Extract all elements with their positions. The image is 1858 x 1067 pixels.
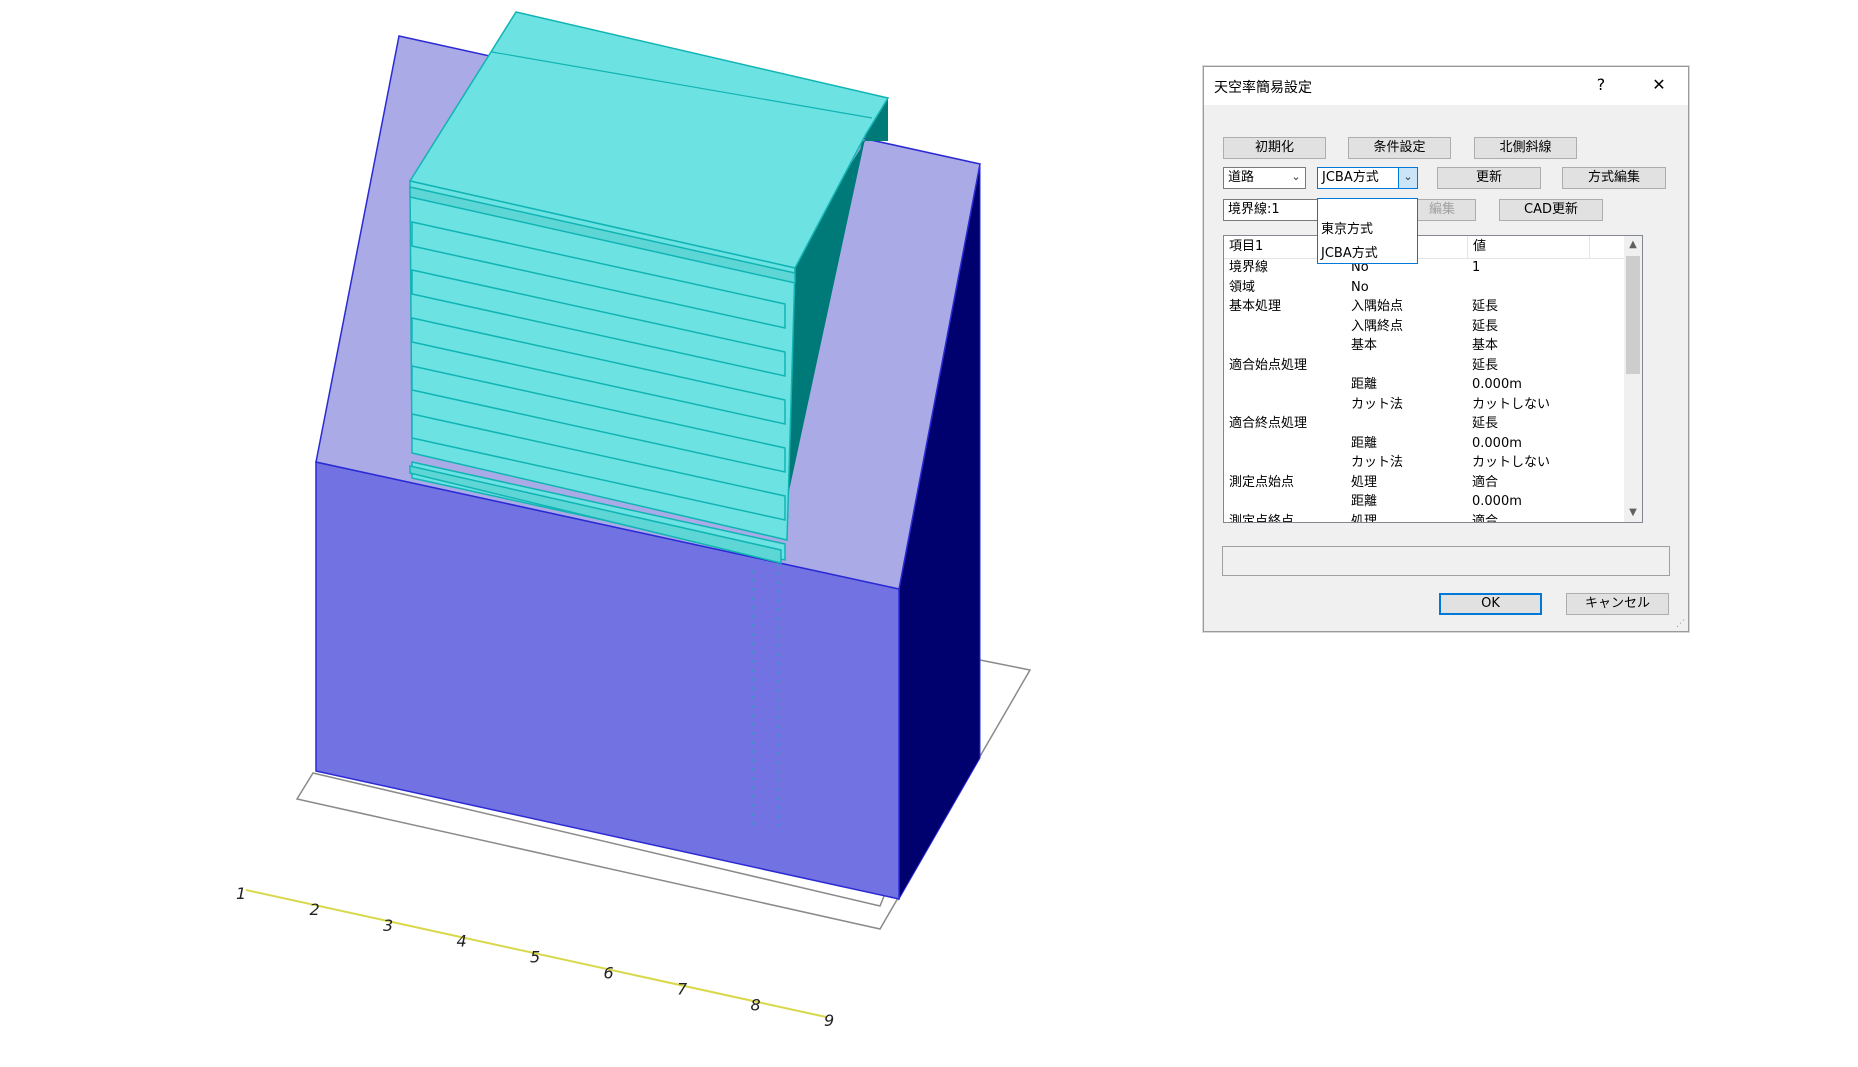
list-cell-item2: 処理 [1351, 474, 1378, 490]
list-cell-item2: 入隅始点 [1351, 299, 1404, 314]
list-item[interactable]: 基本処理 入隅始点 延長 [1224, 297, 1624, 317]
list-item[interactable]: カット法 カットしない [1224, 395, 1624, 415]
list-cell-item2: 基本 [1351, 338, 1378, 353]
boundary-line-field[interactable]: 境界線:1 [1223, 199, 1323, 221]
method-dropdown-list[interactable]: 東京方式 JCBA方式 [1317, 198, 1418, 264]
dialog-title: 天空率簡易設定 [1214, 80, 1312, 96]
column-header-value[interactable]: 値 [1468, 236, 1590, 258]
list-cell-item1: 適合終点処理 [1229, 416, 1308, 431]
list-cell-value: 0.000m [1472, 494, 1522, 509]
ruler-label: 5 [530, 948, 540, 967]
cancel-button[interactable]: キャンセル [1566, 593, 1669, 615]
sky-factor-settings-dialog: 天空率簡易設定 ? ✕ 初期化 条件設定 北側斜線 道路 ⌄ JCBA方式 ⌄ … [1203, 66, 1689, 632]
scroll-up-icon[interactable]: ▲ [1624, 236, 1642, 254]
scroll-down-icon[interactable]: ▼ [1624, 504, 1642, 522]
ruler-label: 7 [677, 979, 688, 998]
ruler-label: 4 [457, 932, 467, 951]
list-cell-value: 1 [1472, 260, 1481, 275]
type-combo-value: 道路 [1228, 170, 1255, 185]
list-item[interactable]: 距離 0.000m [1224, 492, 1624, 512]
list-cell-item2: 距離 [1351, 435, 1378, 451]
list-item[interactable]: 距離 0.000m [1224, 375, 1624, 395]
list-item[interactable]: 境界線 No 1 [1224, 258, 1624, 278]
list-cell-value: 0.000m [1472, 435, 1522, 451]
list-cell-value: カットしない [1472, 455, 1551, 470]
list-cell-item2: 距離 [1351, 494, 1378, 509]
settings-list[interactable]: 項目1 値 境界線 No 1 領域 No 基本処理 入隅始点 延長 入隅終点 延長 基本 基本 適合始点… [1223, 235, 1643, 523]
list-cell-item1: 測定点始点 [1229, 474, 1295, 490]
list-cell-item1: 領域 [1229, 279, 1256, 295]
dropdown-option-jcba[interactable]: JCBA方式 [1321, 244, 1378, 264]
ruler-label: 6 [604, 964, 614, 983]
update-button[interactable]: 更新 [1437, 167, 1541, 189]
list-cell-item2: No [1351, 279, 1369, 295]
list-cell-value: 延長 [1472, 357, 1499, 373]
list-cell-item2: 入隅終点 [1351, 318, 1404, 334]
method-combo-value: JCBA方式 [1322, 170, 1379, 185]
list-item[interactable]: カット法 カットしない [1224, 453, 1624, 473]
dialog-titlebar[interactable]: 天空率簡易設定 ? ✕ [1204, 67, 1688, 105]
cad-update-button[interactable]: CAD更新 [1499, 199, 1603, 221]
list-cell-item1: 測定点終点 [1229, 513, 1295, 523]
help-button[interactable]: ? [1586, 73, 1616, 97]
list-cell-value: 0.000m [1472, 377, 1522, 392]
init-button[interactable]: 初期化 [1223, 137, 1326, 159]
ruler-labels: 1 2 3 4 5 6 7 8 9 [236, 884, 834, 1030]
list-item[interactable]: 入隅終点 延長 [1224, 317, 1624, 337]
list-cell-item2: 処理 [1351, 513, 1378, 523]
north-slope-button[interactable]: 北側斜線 [1474, 137, 1577, 159]
list-cell-item2: カット法 [1351, 396, 1404, 412]
scroll-thumb[interactable] [1626, 256, 1640, 374]
list-item[interactable]: 適合終点処理 延長 [1224, 414, 1624, 434]
list-cell-value: 延長 [1472, 318, 1499, 334]
dropdown-option-tokyo[interactable]: 東京方式 [1321, 220, 1373, 240]
method-edit-button[interactable]: 方式編集 [1562, 167, 1666, 189]
list-cell-item1: 境界線 [1229, 260, 1269, 275]
list-cell-item1: 適合始点処理 [1229, 357, 1308, 373]
status-field [1222, 546, 1670, 576]
list-item[interactable]: 距離 0.000m [1224, 434, 1624, 454]
close-icon[interactable]: ✕ [1644, 73, 1674, 97]
list-header: 項目1 値 [1224, 236, 1624, 259]
list-cell-value: 適合 [1472, 474, 1499, 490]
list-cell-value: 基本 [1472, 338, 1499, 353]
list-item[interactable]: 適合始点処理 延長 [1224, 356, 1624, 376]
list-cell-value: カットしない [1472, 396, 1551, 412]
list-item[interactable]: 基本 基本 [1224, 336, 1624, 356]
chevron-down-icon[interactable]: ⌄ [1287, 168, 1305, 188]
ruler-label: 2 [310, 900, 320, 919]
list-cell-value: 適合 [1472, 513, 1499, 523]
ruler-label: 8 [751, 995, 761, 1014]
list-cell-value: 延長 [1472, 416, 1499, 431]
ruler-label: 9 [824, 1011, 834, 1030]
list-cell-item2: 距離 [1351, 377, 1378, 392]
ok-button[interactable]: OK [1439, 593, 1542, 615]
chevron-down-icon[interactable]: ⌄ [1398, 168, 1417, 188]
method-combo[interactable]: JCBA方式 ⌄ [1317, 167, 1418, 189]
list-item[interactable]: 領域 No [1224, 278, 1624, 298]
list-item[interactable]: 測定点始点 処理 適合 [1224, 473, 1624, 493]
list-cell-item2: カット法 [1351, 455, 1404, 470]
ruler-label: 1 [236, 884, 246, 903]
list-cell-item1: 基本処理 [1229, 299, 1282, 314]
ruler-label: 3 [383, 916, 393, 935]
list-cell-value: 延長 [1472, 299, 1499, 314]
list-rows: 境界線 No 1 領域 No 基本処理 入隅始点 延長 入隅終点 延長 基本 基本 適合始点処理 延長 距離… [1224, 258, 1624, 523]
list-item[interactable]: 測定点終点 処理 適合 [1224, 512, 1624, 523]
list-scrollbar[interactable]: ▲ ▼ [1624, 236, 1642, 522]
type-combo[interactable]: 道路 ⌄ [1223, 167, 1306, 189]
resize-grip-icon[interactable]: ⋰ [1676, 619, 1686, 629]
conditions-button[interactable]: 条件設定 [1348, 137, 1451, 159]
